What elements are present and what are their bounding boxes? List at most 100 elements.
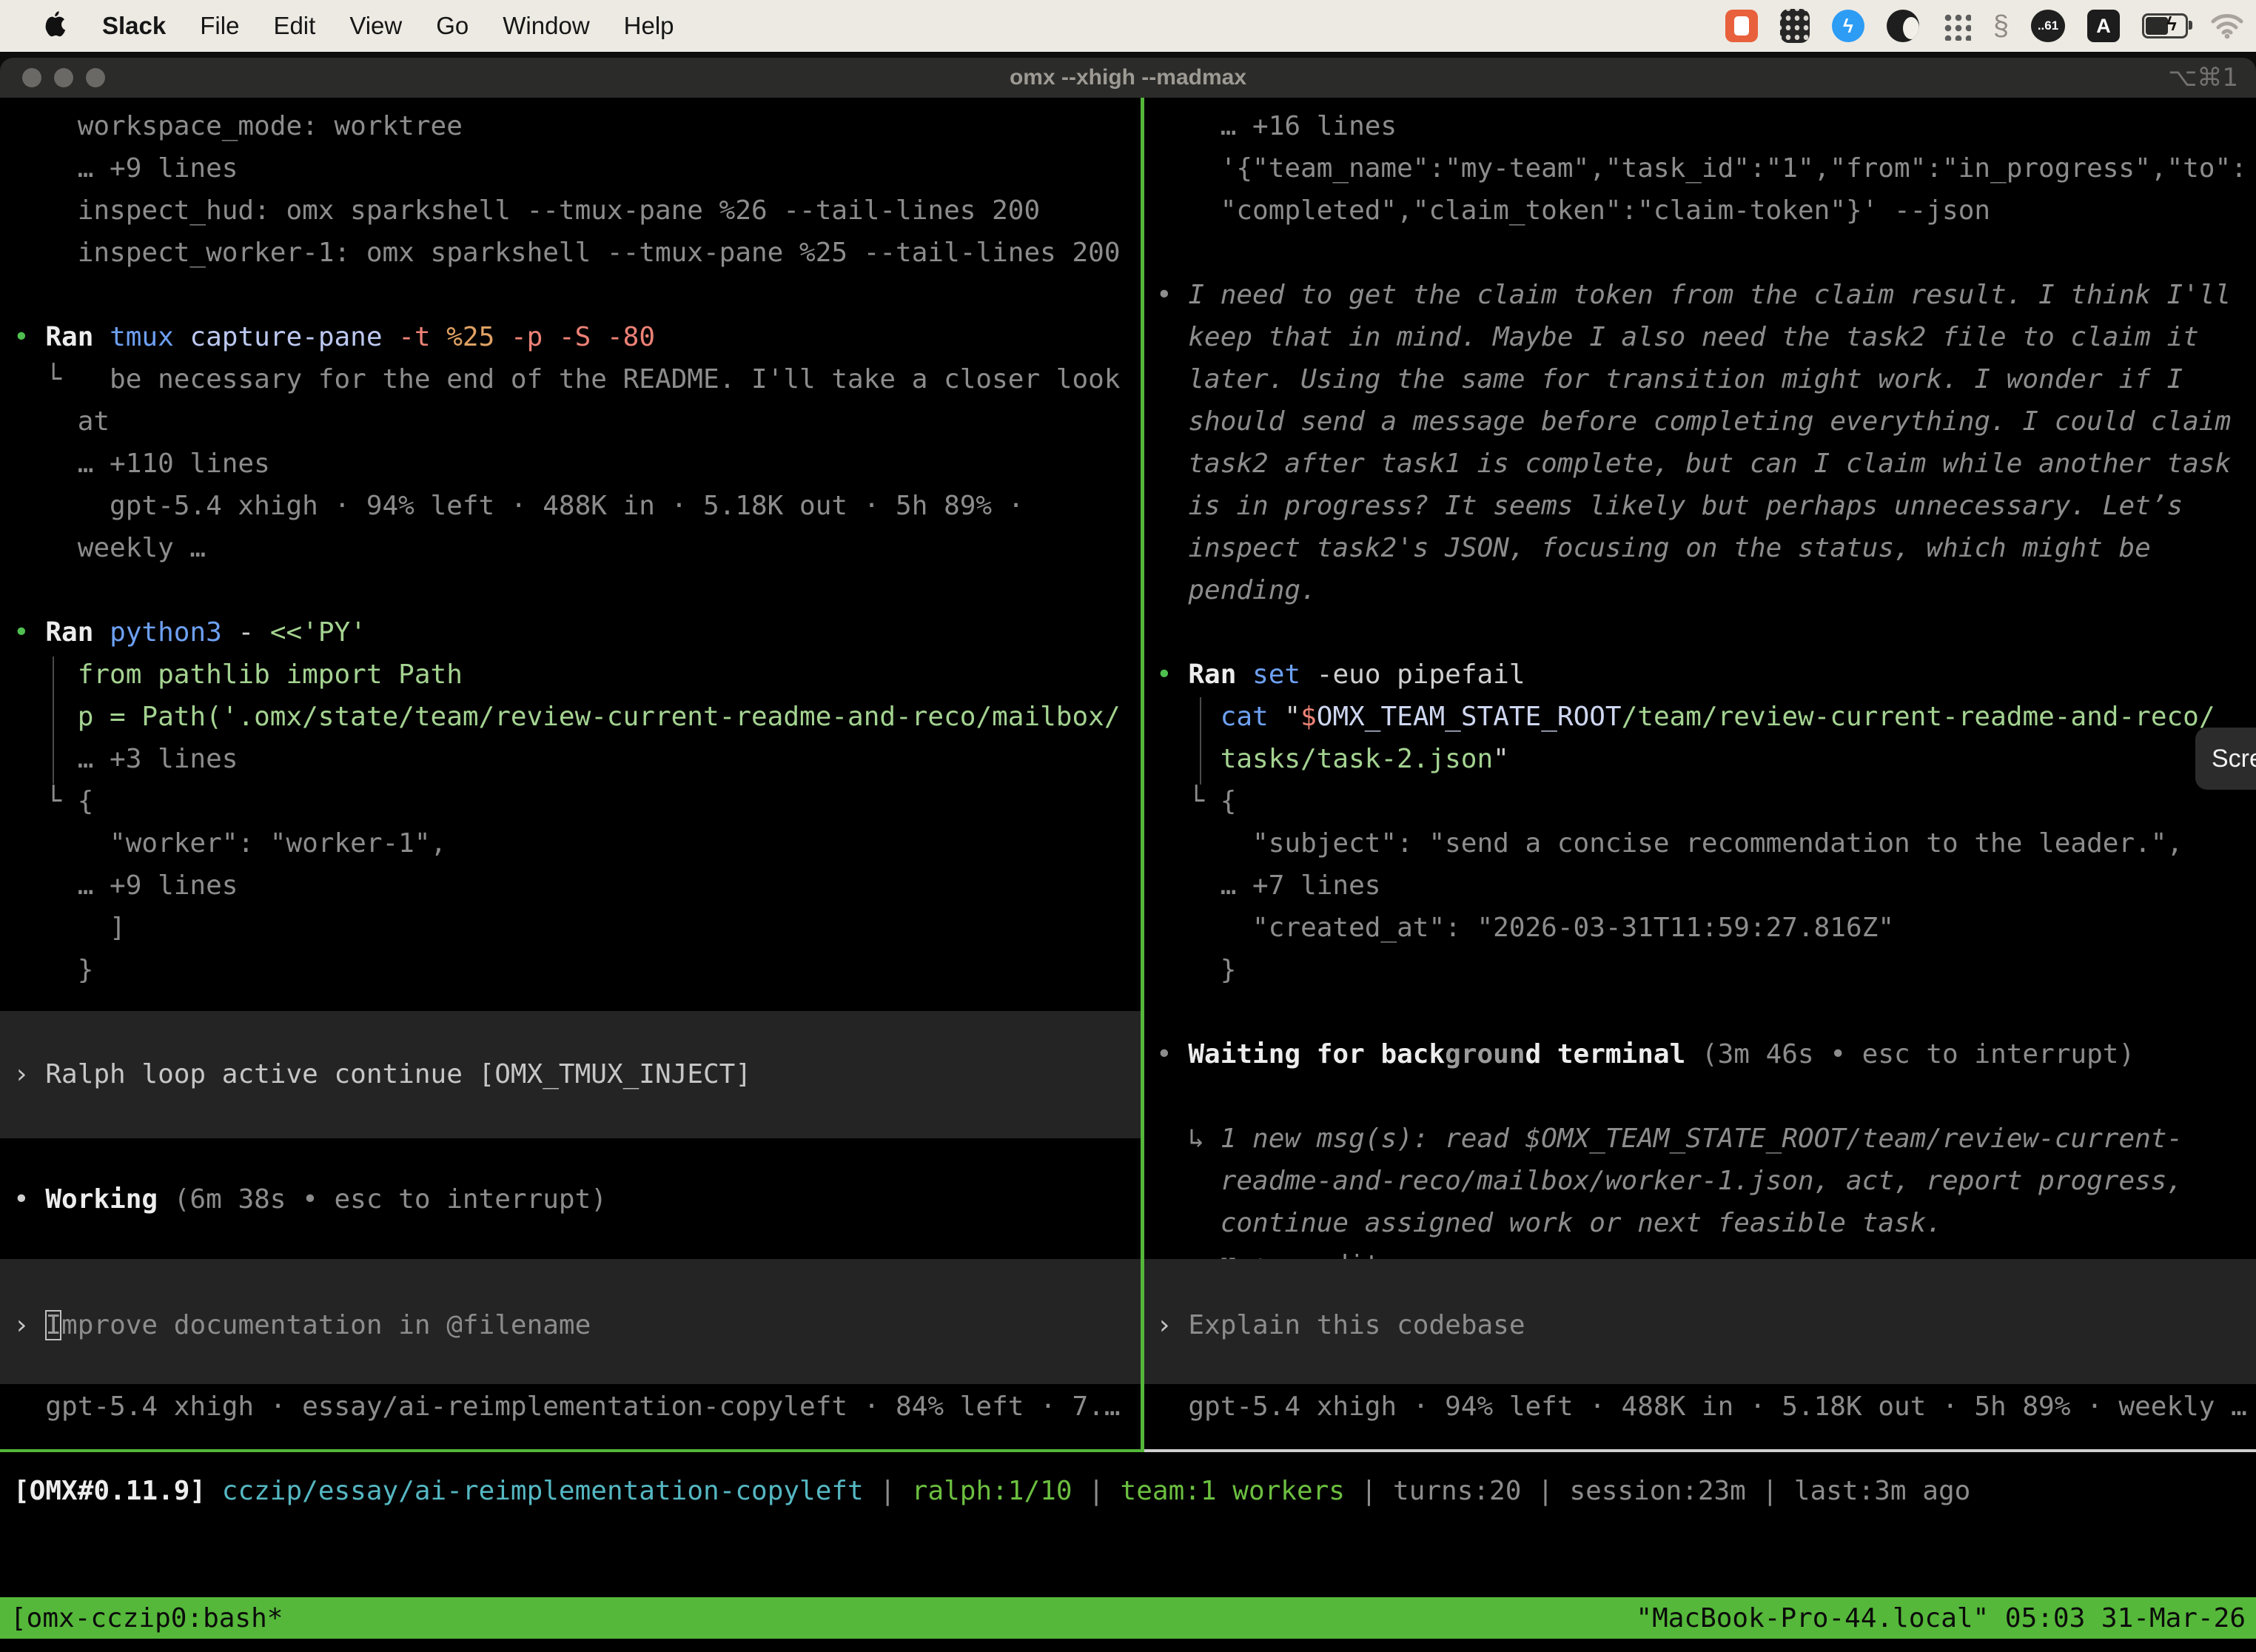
text-segment: ↳ — [1156, 1124, 1221, 1154]
text-segment — [1156, 702, 1221, 732]
menu-item-file[interactable]: File — [200, 12, 239, 40]
text-segment: | — [864, 1476, 912, 1506]
text-segment: • — [1156, 280, 1188, 310]
text-segment: "created_at": "2026-03-31T11:59:27.816Z" — [1156, 913, 1894, 943]
text-segment: groun — [1445, 1039, 1525, 1070]
terminal-line: └ { — [13, 780, 93, 822]
text-segment: capture-pane — [189, 322, 398, 352]
text-segment: - — [222, 617, 270, 648]
menu-item-help[interactable]: Help — [624, 12, 674, 40]
text-segment: (3m 46s • esc to interrupt) — [1702, 1039, 2135, 1070]
terminal-line: continue assigned work or next feasible … — [1156, 1202, 1942, 1244]
text-segment: task2 after task1 is complete, but can I… — [1188, 449, 2231, 479]
dots-grid-icon[interactable] — [1941, 11, 1971, 41]
text-segment: … +9 lines — [13, 870, 238, 901]
menu-item-slack[interactable]: Slack — [102, 12, 166, 40]
text-segment: '{"team_name":"my-team","task_id":"1","f… — [1156, 153, 2247, 184]
terminal-line: inspect_worker-1: omx sparkshell --tmux-… — [13, 232, 1121, 274]
text-segment: %25 — [446, 322, 511, 352]
text-segment — [1156, 364, 1188, 394]
text-segment: inspect_hud: omx sparkshell --tmux-pane … — [13, 195, 1040, 226]
left-terminal-pane[interactable]: workspace_mode: worktree … +9 lines insp… — [0, 98, 1141, 1449]
badge-61-icon[interactable]: ..61 — [2031, 10, 2065, 42]
terminal-line: › Explain this codebase — [1156, 1304, 1525, 1346]
text-segment: at — [13, 406, 110, 437]
menu-item-edit[interactable]: Edit — [273, 12, 315, 40]
menu-item-window[interactable]: Window — [503, 12, 589, 40]
terminal-line: later. Using the same for transition mig… — [1156, 358, 2183, 400]
window-title-bar[interactable]: omx --xhigh --madmax ⌥⌘1 — [0, 58, 2256, 98]
menu-item-go[interactable]: Go — [436, 12, 469, 40]
terminal-line: ↳ 1 new msg(s): read $OMX_TEAM_STATE_ROO… — [1156, 1118, 2183, 1160]
text-segment: Waiting for back — [1188, 1039, 1445, 1070]
screen-share-icon[interactable] — [1725, 10, 1758, 42]
wifi-icon[interactable] — [2210, 13, 2244, 39]
messenger-icon[interactable]: ϟ — [1832, 10, 1864, 42]
text-segment: └ — [1156, 786, 1221, 816]
text-segment — [1156, 575, 1188, 605]
clock-icon[interactable] — [1887, 10, 1919, 42]
text-segment: └ — [13, 786, 78, 816]
text-segment: inspect_worker-1: omx sparkshell --tmux-… — [13, 238, 1121, 268]
terminal-line: … +3 lines — [13, 738, 238, 780]
input-source-icon[interactable]: A — [2087, 10, 2120, 42]
text-cursor: I — [45, 1310, 61, 1340]
text-segment: [OMX#0.11.9] — [13, 1476, 206, 1506]
text-segment: inspect task2's JSON, focusing on the st… — [1188, 533, 2150, 563]
text-segment: { — [1221, 786, 1237, 816]
text-segment: • — [1156, 1039, 1188, 1070]
text-segment — [1156, 744, 1221, 774]
terminal-line: is in progress? It seems likely but perh… — [1156, 485, 2183, 527]
text-segment: | — [1746, 1476, 1794, 1506]
output-connector-line — [1200, 697, 1201, 785]
text-segment: OMX_TEAM_STATE_ROOT — [1317, 702, 1622, 732]
tmux-session-window[interactable]: [omx-cczip0:bash* — [10, 1603, 283, 1633]
menu-item-view[interactable]: View — [349, 12, 402, 40]
text-segment: keep that in mind. Maybe I also need the… — [1188, 322, 2198, 352]
text-segment: • — [13, 617, 45, 648]
terminal-line: ] — [13, 907, 126, 949]
text-segment: tmux — [110, 322, 189, 352]
text-segment: "subject": "send a concise recommendatio… — [1156, 828, 2183, 859]
text-segment: -p — [511, 322, 559, 352]
terminal-line: '{"team_name":"my-team","task_id":"1","f… — [1156, 147, 2247, 189]
text-segment: -t — [398, 322, 446, 352]
text-segment: turns:20 — [1393, 1476, 1521, 1506]
text-segment: tasks/task-2.json — [1221, 744, 1493, 774]
shortcuts-icon[interactable]: § — [1993, 10, 2009, 42]
terminal-line: readme-and-reco/mailbox/worker-1.json, a… — [1156, 1160, 2183, 1202]
menu-bar-left: Slack File Edit View Go Window Help — [0, 10, 674, 41]
text-segment: • — [1156, 659, 1188, 690]
terminal-line: workspace_mode: worktree — [13, 105, 463, 147]
text-segment: <<'PY' — [270, 617, 366, 648]
terminal-line: "worker": "worker-1", — [13, 822, 446, 864]
text-segment: … +7 lines — [1156, 870, 1380, 901]
terminal-line: keep that in mind. Maybe I also need the… — [1156, 316, 2199, 358]
prompt-box[interactable]: › Improve documentation in @filename — [0, 1259, 1141, 1384]
prompt-box[interactable]: › Explain this codebase — [1144, 1259, 2256, 1384]
text-segment: gpt-5.4 xhigh · essay/ai-reimplementatio… — [13, 1391, 1121, 1422]
text-segment: team:1 workers — [1121, 1476, 1345, 1506]
terminal-line: pending. — [1156, 569, 1317, 611]
charging-bolt-icon: ϟ — [2166, 13, 2177, 36]
menu-bar: Slack File Edit View Go Window Help ϟ § … — [0, 0, 2256, 52]
text-segment: is in progress? It seems likely but perh… — [1188, 491, 2183, 521]
pane-divider-vertical[interactable] — [1141, 98, 1144, 1452]
text-segment: └ — [13, 364, 110, 394]
text-segment: … +9 lines — [13, 153, 238, 184]
screen-sharing-tooltip: Scre — [2195, 728, 2256, 790]
menu-bar-status-icons: ϟ § ..61 A ϟ — [1725, 9, 2256, 43]
text-segment: weekly … — [13, 533, 206, 563]
terminal-line: from pathlib import Path — [13, 654, 463, 696]
text-segment: -S — [559, 322, 607, 352]
text-segment: | — [1521, 1476, 1569, 1506]
apple-logo-icon[interactable] — [41, 10, 68, 41]
battery-icon[interactable]: ϟ — [2142, 13, 2188, 38]
text-segment — [1156, 322, 1188, 352]
terminal-window: omx --xhigh --madmax ⌥⌘1 workspace_mode:… — [0, 58, 2256, 1652]
keypad-icon[interactable] — [1780, 9, 1810, 43]
text-segment: (6m 38s • esc to interrupt) — [174, 1184, 607, 1215]
terminal-line: └ be necessary for the end of the README… — [13, 358, 1121, 400]
right-terminal-pane[interactable]: … +16 lines '{"team_name":"my-team","tas… — [1144, 98, 2256, 1449]
text-segment: ] — [13, 913, 126, 943]
